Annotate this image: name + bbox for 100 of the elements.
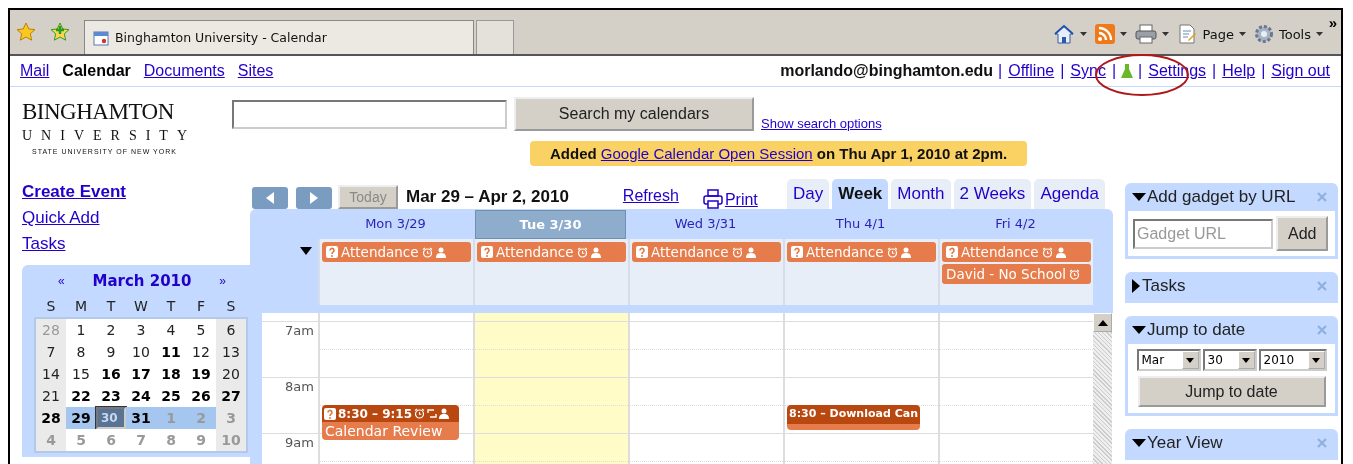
date-cell[interactable]: 15	[66, 363, 96, 385]
date-cell[interactable]: 13	[216, 341, 246, 363]
date-cell[interactable]: 22	[66, 385, 96, 407]
date-cell[interactable]: 27	[216, 385, 246, 407]
view-tab[interactable]: Week	[832, 179, 889, 209]
refresh-link[interactable]: Refresh	[622, 185, 679, 209]
weekday-label: T	[165, 297, 177, 316]
expand-triangle-icon[interactable]	[1132, 326, 1146, 334]
view-tab[interactable]: Day	[786, 179, 830, 209]
dropdown-caret-icon[interactable]	[1120, 32, 1128, 36]
scrollbar[interactable]	[1093, 313, 1112, 464]
app-link[interactable]: Sites	[237, 62, 274, 80]
date-cell[interactable]: 5	[186, 319, 216, 341]
app-link[interactable]: Calendar	[62, 62, 131, 80]
date-cell[interactable]: 12	[186, 341, 216, 363]
overflow-chevron[interactable]: »	[1328, 14, 1337, 31]
date-cell[interactable]: 18	[156, 363, 186, 385]
add-button[interactable]: Add	[1276, 216, 1329, 251]
year-select[interactable]: 2010	[1258, 349, 1327, 371]
star-icon[interactable]	[16, 22, 36, 42]
next-month-button[interactable]: »	[195, 274, 250, 288]
account-link[interactable]: Help	[1221, 62, 1257, 80]
date-cell[interactable]: 11	[156, 341, 186, 363]
search-field[interactable]	[232, 100, 507, 129]
search-button[interactable]: Search my calendars	[514, 97, 754, 131]
toolbar-command[interactable]	[1053, 24, 1088, 44]
expand-triangle-icon[interactable]	[1132, 439, 1146, 447]
printer-icon[interactable]	[702, 189, 723, 209]
event-block[interactable]: 8:30 – 9:15 Calendar Review	[322, 405, 459, 440]
dropdown-caret-icon[interactable]	[1316, 32, 1323, 36]
date-cell[interactable]: 20	[216, 363, 246, 385]
date-cell[interactable]: 26	[186, 385, 216, 407]
day-select[interactable]: 30	[1202, 349, 1257, 371]
date-cell[interactable]: 25	[156, 385, 186, 407]
account-link[interactable]: Offline	[1007, 62, 1056, 80]
event-block[interactable]: 8:30 – Download Can	[787, 405, 920, 430]
jump-to-date-button[interactable]: Jump to date	[1137, 376, 1326, 407]
next-button[interactable]	[296, 187, 332, 209]
event-link[interactable]: Google Calendar Open Session	[600, 145, 813, 162]
date-cell[interactable]: 6	[216, 319, 246, 341]
date-cell[interactable]: 21	[36, 385, 66, 407]
event-title: Calendar Review	[322, 422, 459, 440]
dropdown-arrow-icon[interactable]	[1242, 357, 1250, 363]
view-tab[interactable]: 2 Weeks	[953, 179, 1032, 209]
date-cell[interactable]: 3	[126, 319, 156, 341]
date-cell[interactable]: 2	[96, 319, 126, 341]
toolbar-command[interactable]	[1095, 24, 1128, 44]
previous-button[interactable]	[252, 187, 288, 209]
collapse-triangle-icon[interactable]	[300, 247, 312, 255]
dropdown-caret-icon[interactable]	[1080, 32, 1088, 36]
date-cell[interactable]: 19	[186, 363, 216, 385]
date-cell[interactable]: 16	[96, 363, 126, 385]
scroll-up-icon[interactable]	[1097, 319, 1108, 326]
dropdown-caret-icon[interactable]	[1238, 32, 1246, 36]
account-link[interactable]: Sign out	[1270, 62, 1331, 80]
app-link[interactable]: Mail	[20, 62, 50, 80]
action-link[interactable]: Create Event	[22, 179, 126, 205]
dropdown-arrow-icon[interactable]	[1186, 357, 1194, 363]
day-header[interactable]: Fri 4/2	[940, 210, 1091, 237]
app-link[interactable]: Documents	[143, 62, 225, 80]
day-header[interactable]: Wed 3/31	[630, 210, 781, 237]
action-link[interactable]: Quick Add	[22, 205, 100, 231]
date-cell[interactable]: 28	[36, 407, 66, 429]
previous-month-button[interactable]: «	[34, 274, 89, 288]
gear-icon[interactable]	[1253, 24, 1274, 44]
add-favorite-icon[interactable]	[50, 22, 70, 42]
view-tab[interactable]: Agenda	[1034, 179, 1105, 209]
expand-triangle-icon[interactable]	[1132, 193, 1146, 201]
toolbar-command[interactable]: Tools	[1253, 24, 1323, 44]
day-header[interactable]: Mon 3/29	[320, 210, 471, 237]
question-icon	[324, 407, 336, 420]
browser-tab[interactable]: Binghamton University - Calendar	[84, 20, 474, 54]
date-cell[interactable]: 1	[66, 319, 96, 341]
dropdown-arrow-icon[interactable]	[1312, 357, 1320, 363]
date-cell[interactable]: 14	[36, 363, 66, 385]
date-cell[interactable]: 17	[126, 363, 156, 385]
date-cell[interactable]: 23	[96, 385, 126, 407]
day-header[interactable]: Thu 4/1	[785, 210, 936, 237]
expand-triangle-icon[interactable]	[1132, 279, 1140, 293]
date-cell[interactable]: 24	[126, 385, 156, 407]
view-tab[interactable]: Month	[891, 179, 951, 209]
search-options-link[interactable]: Show search options	[761, 116, 882, 131]
date-cell[interactable]: 9	[96, 341, 126, 363]
dropdown-caret-icon[interactable]	[1162, 32, 1170, 36]
printer-icon[interactable]	[1135, 24, 1158, 44]
date-cell[interactable]: 8	[66, 341, 96, 363]
action-link[interactable]: Tasks	[22, 231, 66, 257]
gadget-url-field[interactable]: Gadget URL	[1133, 218, 1273, 249]
date-cell[interactable]: 10	[126, 341, 156, 363]
date-cell[interactable]: 4	[156, 319, 186, 341]
print-link[interactable]: Print	[724, 191, 758, 209]
date-cell[interactable]: 7	[36, 341, 66, 363]
month-select[interactable]: Mar	[1136, 349, 1201, 371]
separator: |	[1138, 62, 1143, 80]
date-cell[interactable]: 29	[66, 407, 96, 429]
question-icon	[636, 246, 648, 258]
toolbar-command[interactable]: Page	[1177, 24, 1246, 44]
home-icon[interactable]	[1053, 24, 1076, 44]
date-cell[interactable]: 31	[126, 407, 156, 429]
toolbar-command[interactable]	[1135, 24, 1170, 44]
